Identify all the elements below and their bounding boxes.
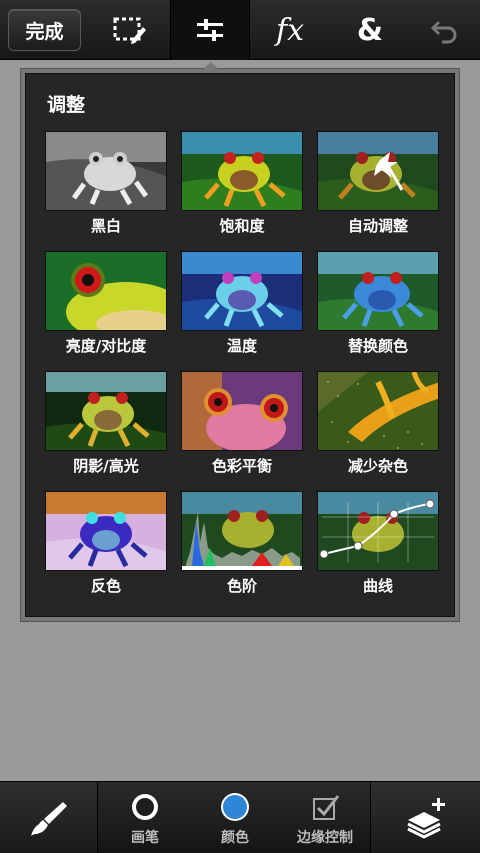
item-label: 色阶 bbox=[226, 577, 257, 595]
replace-color-thumbnail bbox=[317, 251, 439, 331]
adjust-tool-button[interactable] bbox=[170, 0, 250, 60]
layers-add-icon bbox=[406, 798, 445, 839]
brightness-contrast-thumbnail bbox=[45, 251, 167, 331]
adjust-item-replace-color[interactable]: 替换颜色 bbox=[317, 251, 439, 361]
edge-control-label: 边缘控制 bbox=[297, 830, 353, 846]
color-button[interactable]: 颜色 bbox=[190, 782, 280, 853]
adjust-item-color-balance[interactable]: 色彩平衡 bbox=[181, 371, 303, 481]
item-label: 黑白 bbox=[90, 217, 121, 235]
undo-icon bbox=[430, 20, 457, 44]
temperature-thumbnail bbox=[181, 251, 303, 331]
black-white-thumbnail bbox=[45, 131, 167, 211]
adjust-sliders-icon bbox=[197, 19, 223, 41]
brush-size-icon bbox=[132, 794, 158, 820]
item-label: 曲线 bbox=[362, 577, 393, 595]
adjust-panel: 调整 黑白 饱和度 自动调整 亮度/对比度 温度 替换颜色 阴影/高光 色彩平衡… bbox=[25, 73, 455, 617]
adjust-item-levels[interactable]: 色阶 bbox=[181, 491, 303, 601]
text-overlay-button[interactable]: & bbox=[330, 0, 410, 60]
item-label: 亮度/对比度 bbox=[65, 337, 147, 355]
item-label: 自动调整 bbox=[347, 217, 408, 235]
levels-thumbnail bbox=[181, 491, 303, 571]
saturation-thumbnail bbox=[181, 131, 303, 211]
color-label: 颜色 bbox=[221, 830, 249, 846]
brush-size-button[interactable]: 画笔 bbox=[100, 782, 190, 853]
brush-size-label: 画笔 bbox=[131, 830, 159, 846]
panel-title: 调整 bbox=[47, 94, 86, 116]
item-label: 反色 bbox=[90, 577, 121, 595]
color-balance-thumbnail bbox=[181, 371, 303, 451]
item-label: 减少杂色 bbox=[347, 457, 408, 475]
adjust-item-temperature[interactable]: 温度 bbox=[181, 251, 303, 361]
ampersand-icon: & bbox=[356, 12, 384, 48]
adjust-item-curves[interactable]: 曲线 bbox=[317, 491, 439, 601]
undo-button[interactable] bbox=[410, 0, 480, 60]
curves-thumbnail bbox=[317, 491, 439, 571]
item-label: 温度 bbox=[226, 337, 257, 355]
edge-control-icon bbox=[313, 795, 340, 820]
fx-button[interactable]: fx bbox=[250, 0, 330, 60]
item-label: 色彩平衡 bbox=[211, 457, 272, 475]
shadow-highlight-thumbnail bbox=[45, 371, 167, 451]
adjust-item-brightness-contrast[interactable]: 亮度/对比度 bbox=[45, 251, 167, 361]
select-edit-button[interactable] bbox=[90, 0, 170, 60]
brush-options-group: 画笔 颜色 边缘控制 bbox=[98, 782, 370, 853]
adjust-item-saturation[interactable]: 饱和度 bbox=[181, 131, 303, 241]
adjust-item-auto-adjust[interactable]: 自动调整 bbox=[317, 131, 439, 241]
top-toolbar: 完成 fx & bbox=[0, 0, 480, 60]
edge-control-button[interactable]: 边缘控制 bbox=[280, 782, 370, 853]
item-label: 饱和度 bbox=[219, 217, 265, 235]
invert-thumbnail bbox=[45, 491, 167, 571]
select-edit-icon bbox=[113, 17, 146, 44]
fx-icon: fx bbox=[275, 12, 305, 48]
item-label: 替换颜色 bbox=[347, 337, 408, 355]
reduce-noise-thumbnail bbox=[317, 371, 439, 451]
done-button[interactable]: 完成 bbox=[8, 9, 81, 51]
layers-button[interactable] bbox=[370, 782, 480, 853]
auto-adjust-thumbnail bbox=[317, 131, 439, 211]
paintbrush-icon bbox=[30, 802, 67, 836]
adjust-item-black-white[interactable]: 黑白 bbox=[45, 131, 167, 241]
color-swatch-icon bbox=[221, 793, 249, 821]
adjust-item-shadow-highlight[interactable]: 阴影/高光 bbox=[45, 371, 167, 481]
panel-pointer bbox=[198, 62, 224, 74]
adjust-item-invert[interactable]: 反色 bbox=[45, 491, 167, 601]
item-label: 阴影/高光 bbox=[73, 457, 139, 475]
brush-tool-button[interactable] bbox=[0, 782, 98, 853]
adjust-item-reduce-noise[interactable]: 减少杂色 bbox=[317, 371, 439, 481]
bottom-toolbar: 画笔 颜色 边缘控制 bbox=[0, 781, 480, 853]
